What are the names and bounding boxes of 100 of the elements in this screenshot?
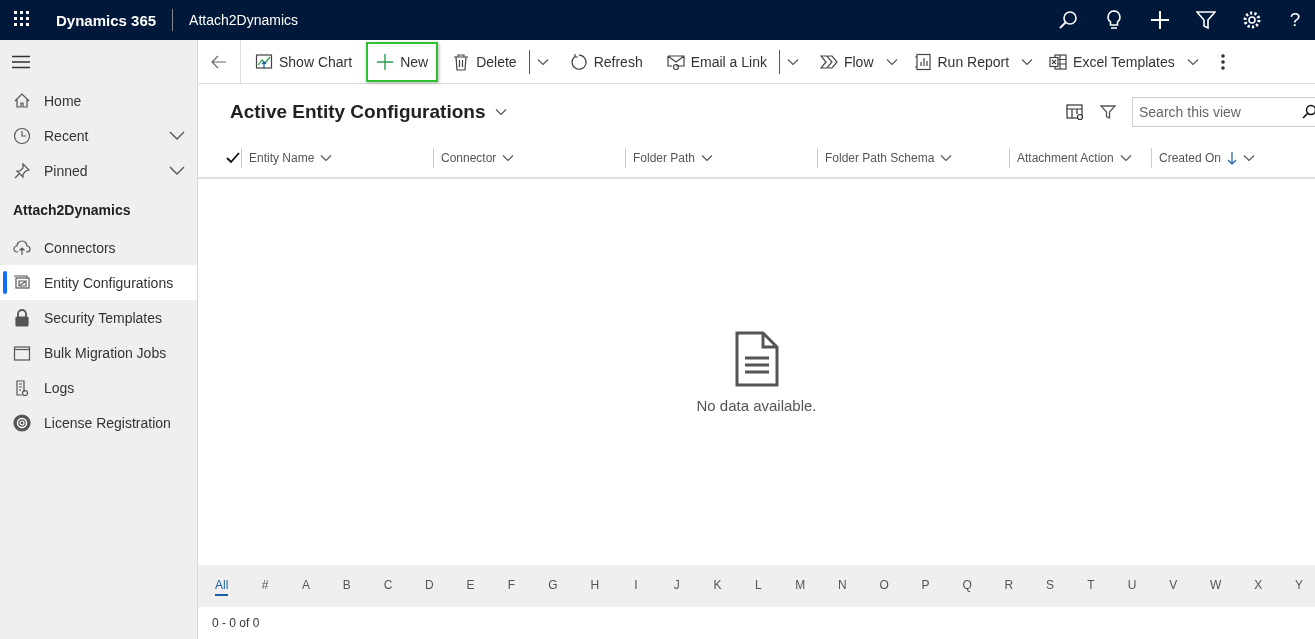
column-header[interactable]: Folder Path Schema	[825, 151, 953, 165]
pin-icon	[13, 161, 31, 180]
nav-item[interactable]: Recent	[0, 118, 197, 153]
alphabet-filter[interactable]: C	[383, 576, 393, 596]
edit-columns-icon[interactable]	[1066, 102, 1084, 121]
sidebar-item[interactable]: Connectors	[0, 230, 197, 265]
app-name[interactable]: Dynamics 365	[46, 11, 173, 29]
sidebar-item[interactable]: Bulk Migration Jobs	[0, 335, 197, 370]
filter-icon[interactable]	[1100, 103, 1116, 120]
document-icon	[733, 330, 780, 387]
column-header[interactable]: Created On	[1159, 151, 1256, 165]
window-icon	[13, 343, 31, 362]
flow-icon	[819, 52, 838, 71]
column-header[interactable]: Attachment Action	[1017, 151, 1132, 165]
add-icon[interactable]	[1150, 10, 1170, 30]
chevron-down-icon	[885, 57, 898, 66]
command-button[interactable]: Flow	[809, 44, 884, 79]
chevron-down-icon	[1243, 154, 1256, 162]
sidebar-item[interactable]: License Registration	[0, 405, 197, 440]
menu-icon[interactable]	[12, 54, 30, 69]
chevron-down-icon	[701, 154, 714, 162]
alphabet-filter[interactable]: B	[342, 576, 351, 596]
alphabet-filter[interactable]: I	[631, 576, 640, 596]
alphabet-filter[interactable]: J	[672, 576, 681, 596]
alphabet-filter[interactable]: G	[548, 576, 558, 596]
nav-item[interactable]: Home	[0, 83, 197, 118]
chevron-down-icon	[1021, 57, 1034, 66]
alphabet-filter[interactable]: X	[1254, 576, 1263, 596]
alphabet-filter[interactable]: All	[215, 576, 229, 596]
command-button[interactable]: Run Report	[903, 44, 1020, 79]
more-options-icon[interactable]	[1220, 53, 1225, 70]
alphabet-filter[interactable]: H	[590, 576, 600, 596]
chevron-down-icon	[536, 57, 549, 66]
search-icon[interactable]	[1058, 10, 1078, 30]
alphabet-filter[interactable]: D	[425, 576, 434, 596]
empty-message: No data available.	[696, 396, 817, 414]
sidebar-item[interactable]: Logs	[0, 370, 197, 405]
settings-icon[interactable]	[1242, 10, 1262, 30]
search-field[interactable]: Search this view	[1132, 96, 1315, 127]
alphabet-filter[interactable]: O	[879, 576, 889, 596]
cloud-upload-icon	[13, 238, 31, 257]
command-button[interactable]: Show Chart	[245, 44, 363, 79]
report-icon	[913, 52, 932, 71]
home-icon	[13, 91, 31, 110]
chevron-down-icon[interactable]	[169, 131, 185, 140]
area-name[interactable]: Attach2Dynamics	[173, 12, 298, 28]
chevron-down-icon	[320, 154, 333, 162]
alphabet-filter[interactable]: T	[1086, 576, 1095, 596]
email-icon	[666, 52, 685, 71]
alphabet-filter[interactable]: U	[1127, 576, 1137, 596]
chevron-down-icon	[940, 154, 953, 162]
alphabet-filter[interactable]: F	[507, 576, 516, 596]
alphabet-filter[interactable]: #	[261, 576, 270, 596]
alphabet-filter[interactable]: P	[921, 576, 930, 596]
trash-icon	[452, 52, 471, 71]
alphabet-filter[interactable]: Y	[1295, 576, 1303, 596]
view-selector-chevron-icon	[495, 107, 508, 116]
chevron-down-icon[interactable]	[169, 166, 185, 175]
command-button[interactable]: Refresh	[559, 44, 653, 79]
spreadsheet-icon	[1049, 52, 1068, 71]
search-icon	[1302, 102, 1315, 121]
lock-icon	[13, 308, 31, 327]
chevron-down-icon	[1119, 154, 1132, 162]
command-button[interactable]: Email a Link	[656, 44, 777, 79]
sidebar-item[interactable]: Security Templates	[0, 300, 197, 335]
column-header[interactable]: Entity Name	[249, 151, 333, 165]
sidebar-item[interactable]: Entity Configurations	[0, 265, 197, 300]
chevron-down-icon	[502, 154, 515, 162]
alphabet-filter[interactable]: M	[795, 576, 806, 596]
column-header[interactable]: Connector	[441, 151, 515, 165]
license-seal-icon	[13, 413, 31, 432]
clock-icon	[13, 126, 31, 145]
alphabet-filter[interactable]: V	[1169, 576, 1178, 596]
alphabet-filter[interactable]: Q	[962, 576, 972, 596]
alphabet-filter[interactable]: R	[1004, 576, 1014, 596]
entity-configuration-icon	[13, 273, 31, 292]
add-icon	[376, 52, 395, 71]
lightbulb-icon[interactable]	[1106, 10, 1122, 30]
back-arrow-icon[interactable]	[211, 54, 227, 69]
chart-icon	[255, 52, 273, 71]
command-button[interactable]: Excel Templates	[1039, 44, 1185, 79]
alphabet-filter[interactable]: N	[837, 576, 847, 596]
column-header[interactable]: Folder Path	[633, 151, 714, 165]
alphabet-filter[interactable]: A	[301, 576, 310, 596]
command-button[interactable]: Delete	[442, 44, 527, 79]
alphabet-filter[interactable]: S	[1046, 576, 1055, 596]
alphabet-filter[interactable]: L	[754, 576, 763, 596]
command-button[interactable]: New	[366, 41, 439, 82]
select-all-checkmark-icon[interactable]	[226, 152, 240, 164]
chevron-down-icon	[786, 57, 799, 66]
help-button[interactable]: ?	[1275, 9, 1315, 31]
alphabet-filter[interactable]: W	[1210, 576, 1222, 596]
nav-item[interactable]: Pinned	[0, 153, 197, 188]
group-title: Attach2Dynamics	[12, 201, 132, 220]
alphabet-filter[interactable]: E	[466, 576, 475, 596]
alphabet-filter[interactable]: K	[713, 576, 722, 596]
log-document-icon	[13, 378, 31, 397]
chevron-down-icon	[1186, 57, 1199, 66]
view-title[interactable]: Active Entity Configurations	[230, 100, 486, 123]
record-count: 0 - 0 of 0	[212, 616, 260, 630]
